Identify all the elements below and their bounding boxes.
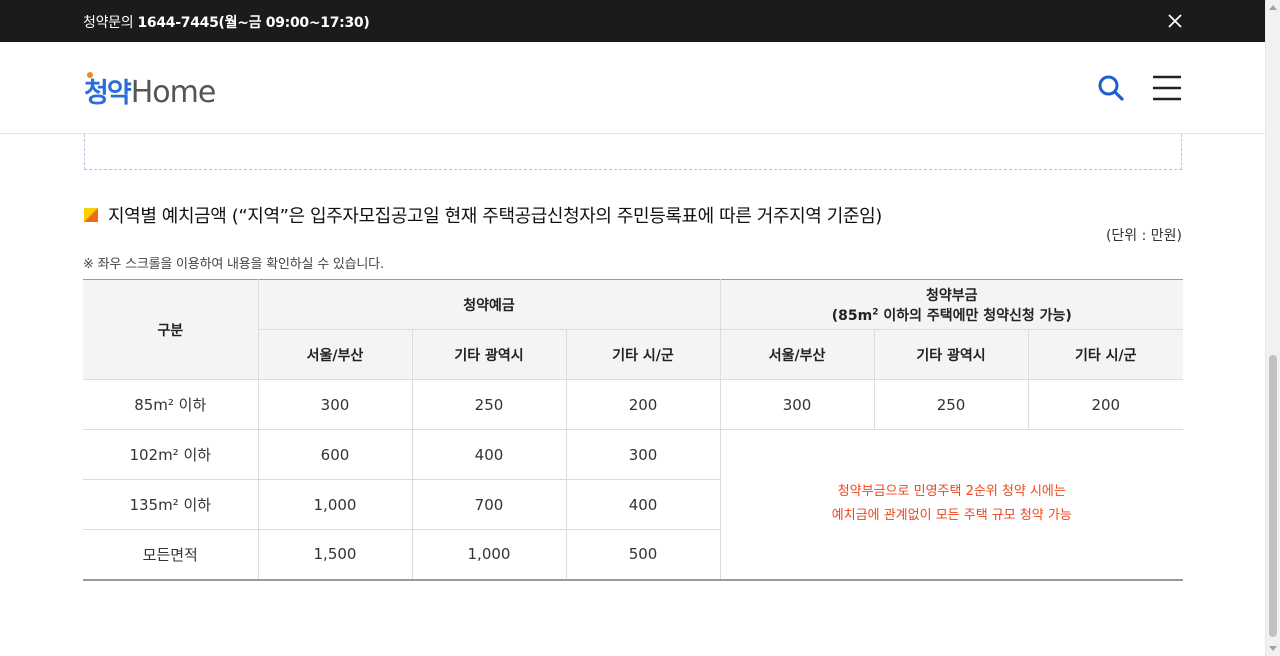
table-cell: 250 [873,379,1029,430]
header-group-deposit: 청약예금 [257,279,721,330]
scrollbar-thumb[interactable] [1269,355,1277,637]
scroll-note: ※ 좌우 스크롤을 이용하여 내용을 확인하실 수 있습니다. [83,257,384,272]
deposit-amount-table: 구분 청약예금 청약부금 (85m2 이하의 주택에만 청약신청 가능) 서울/… [83,279,1184,581]
table-cell: 1,000 [257,479,413,530]
section-heading: 지역별 예치금액 (“지역”은 입주자모집공고일 현재 주택공급신청자의 주민등… [84,202,882,228]
table-cell: 200 [1027,379,1184,430]
table-cell: 1,000 [411,529,567,581]
subheader-city-county: 기타 시/군 [1027,329,1184,380]
table-cell: 300 [565,429,721,480]
table-cell: 250 [411,379,567,430]
subheader-seoul-busan: 서울/부산 [258,329,413,380]
top-notice-bar: 청약문의 1644-7445(월~금 09:00~17:30) [0,0,1265,42]
merged-note-line: 청약부금으로 민영주택 2순위 청약 시에는 [837,484,1066,500]
installment-title: 청약부금 [926,287,978,304]
scroll-down-arrow-icon[interactable] [1269,646,1277,651]
vertical-scrollbar[interactable] [1265,0,1280,656]
subheader-metro: 기타 광역시 [873,329,1029,380]
subheader-city-county: 기타 시/군 [565,329,721,380]
row-label: 102m² 이하 [83,429,259,480]
search-icon[interactable] [1097,74,1125,102]
logo-dot [87,72,93,78]
table-cell: 200 [565,379,721,430]
table-row: 102m² 이하 600 400 300 청약부금으로 민영주택 2순위 청약 … [83,429,1184,581]
notice-hours: (월~금 09:00~17:30) [218,15,370,31]
notice-phone[interactable]: 1644-7445 [137,15,218,31]
table-cell: 300 [257,379,413,430]
table-cell: 1,500 [257,529,413,581]
row-label: 135m² 이하 [83,479,259,530]
installment-merged-note: 청약부금으로 민영주택 2순위 청약 시에는 예치금에 관계없이 모든 주택 규… [719,429,1184,581]
hamburger-menu-icon[interactable] [1152,75,1182,101]
logo-english: Home [130,75,217,110]
site-logo[interactable]: 청약 Home [84,70,217,110]
scroll-up-arrow-icon[interactable] [1269,5,1277,10]
section-title: 지역별 예치금액 (“지역”은 입주자모집공고일 현재 주택공급신청자의 주민등… [108,206,882,227]
notice-label: 청약문의 [83,15,134,31]
subheader-seoul-busan: 서울/부산 [719,329,875,380]
table-cell: 700 [411,479,567,530]
table-cell: 600 [257,429,413,480]
header-category: 구분 [83,279,259,380]
table-cell: 500 [565,529,721,581]
table-cell: 400 [565,479,721,530]
close-icon[interactable] [1166,12,1184,30]
row-label: 85m² 이하 [83,379,259,430]
table-row: 85m² 이하 300 250 200 300 250 200 [83,379,1184,430]
installment-condition: (85m2 이하의 주택에만 청약신청 가능) [831,306,1072,324]
square-bullet-icon [84,208,98,222]
subheader-metro: 기타 광역시 [411,329,567,380]
header-group-installment: 청약부금 (85m2 이하의 주택에만 청약신청 가능) [719,279,1184,330]
merged-note-line: 예치금에 관계없이 모든 주택 규모 청약 가능 [831,508,1072,524]
unit-label: (단위 : 만원) [1105,228,1182,244]
table-cell: 400 [411,429,567,480]
table-cell: 300 [719,379,875,430]
contact-notice: 청약문의 1644-7445(월~금 09:00~17:30) [83,12,370,32]
site-header: 청약 Home [0,42,1265,134]
row-label: 모든면적 [83,529,259,581]
previous-content-box [84,134,1182,170]
